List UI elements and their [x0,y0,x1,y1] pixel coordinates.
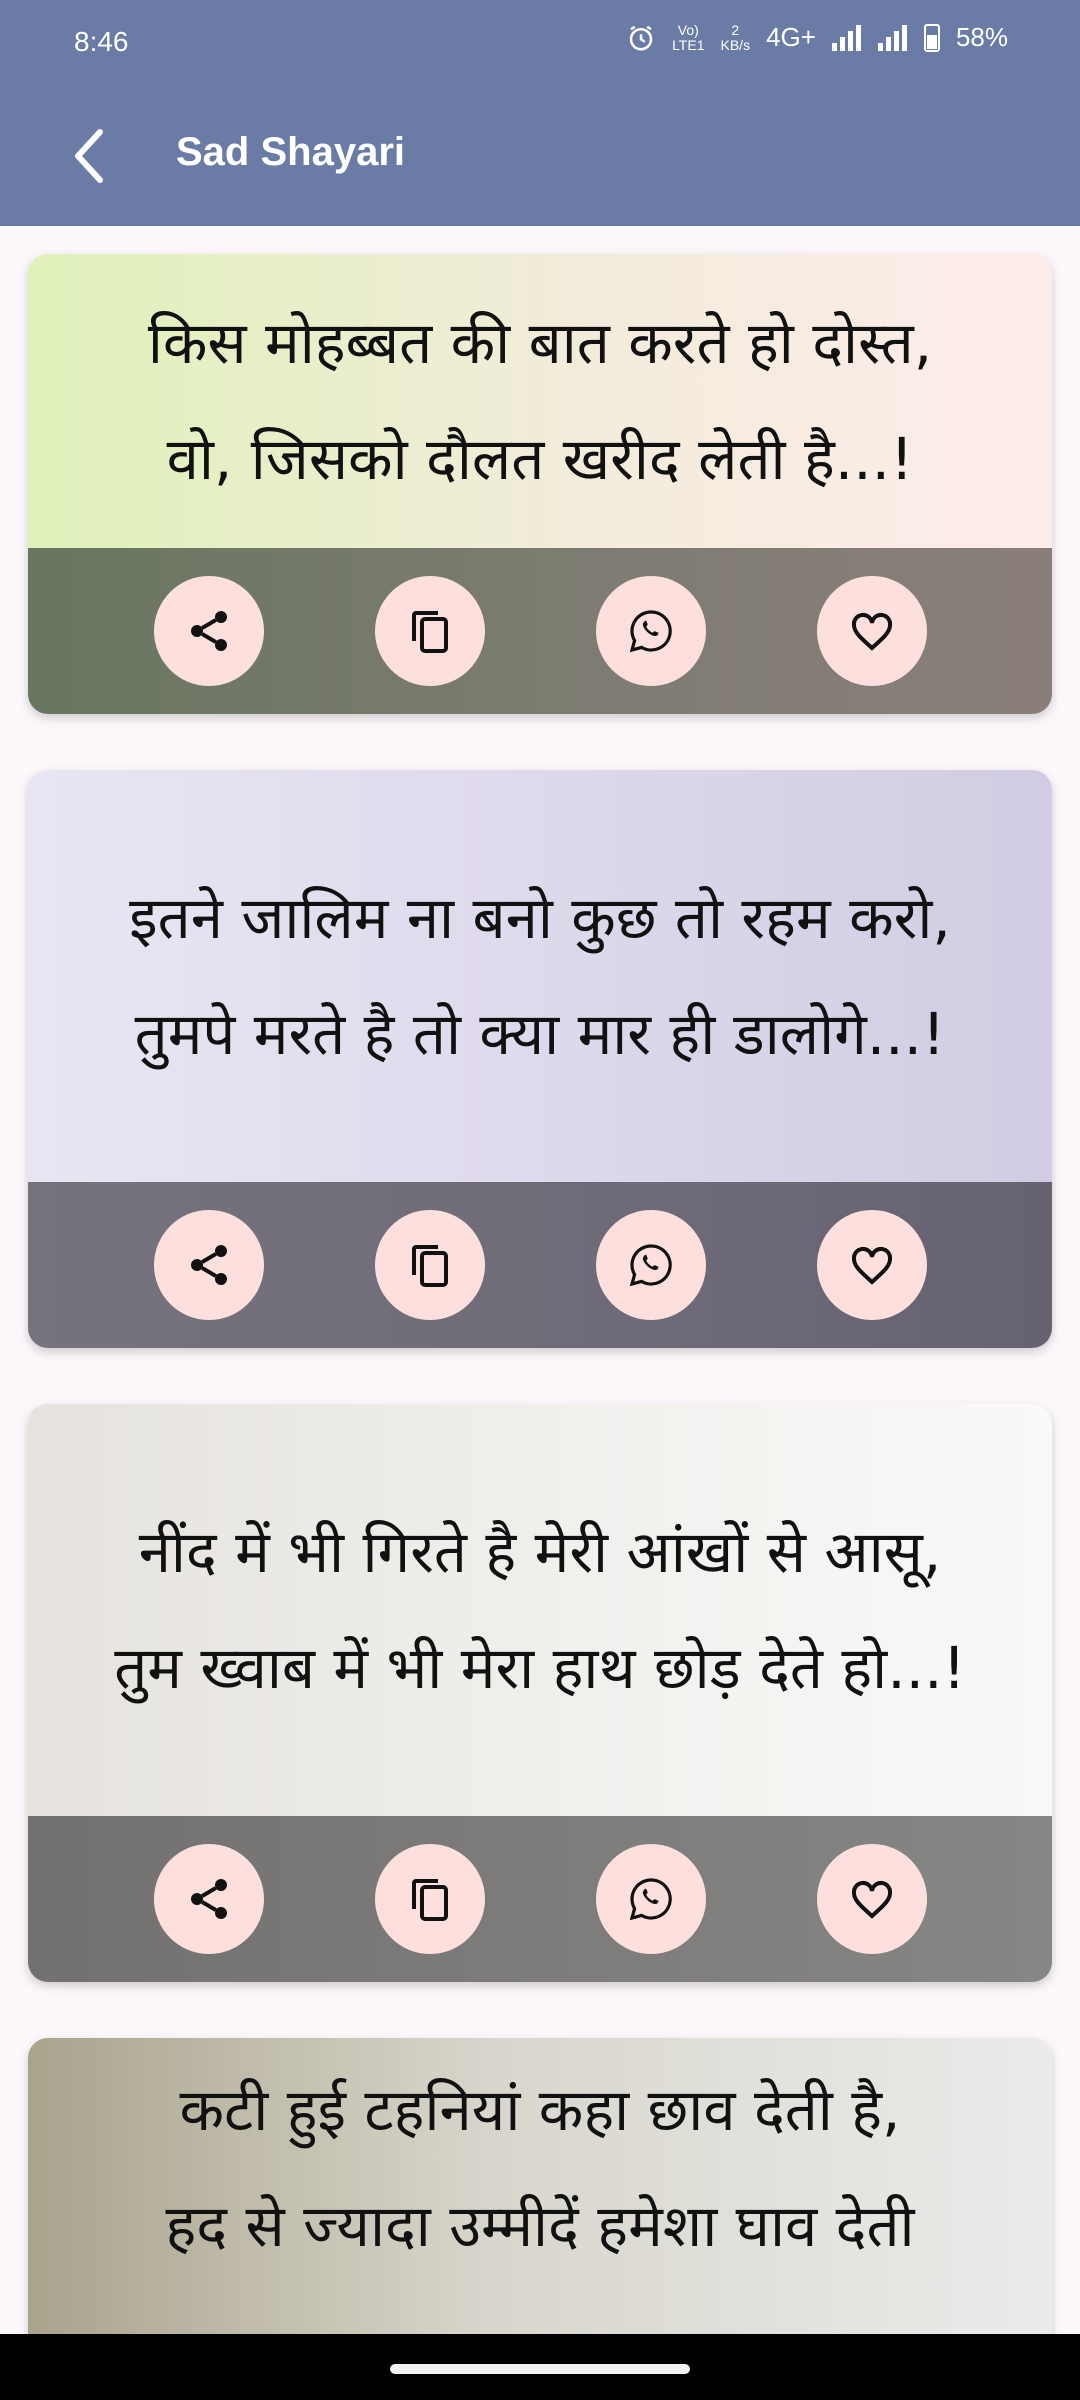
heart-icon [851,1881,892,1919]
shayari-text-content: कटी हुई टहनियां कहा छाव देती है, हद से ज… [165,2076,915,2260]
whatsapp-icon [629,610,672,653]
card-actions [28,548,1052,714]
copy-icon [411,1245,448,1287]
shayari-list: किस मोहब्बत की बात करते हो दोस्त, वो, जि… [28,254,1052,2400]
shayari-card: कटी हुई टहनियां कहा छाव देती है, हद से ज… [28,2038,1052,2368]
status-icons: Vo) LTE1 2 KB/s 4G+ 58% [626,22,1008,53]
copy-icon [411,1879,448,1921]
shayari-card: नींद में भी गिरते है मेरी आंखों से आसू, … [28,1404,1052,1982]
whatsapp-button[interactable] [595,576,706,686]
card-actions [28,1816,1052,1982]
share-icon [190,1879,227,1919]
share-icon [190,1245,227,1285]
copy-icon [411,611,448,653]
network-type: 4G+ [766,22,816,52]
navigation-bar [0,2334,1080,2400]
copy-button[interactable] [374,1844,485,1954]
home-gesture-handle[interactable] [390,2364,690,2374]
whatsapp-button[interactable] [595,1210,706,1320]
whatsapp-icon [629,1244,672,1287]
whatsapp-icon [629,1878,672,1921]
battery-percent: 58% [955,22,1008,52]
copy-button[interactable] [374,576,485,686]
top-bar: 8:46 Vo) LTE1 2 KB/s 4G+ 58% Sad Shayari [0,0,1080,226]
signal-icon [831,24,862,51]
chevron-left-icon [75,129,103,183]
volte-indicator: Vo) LTE1 [672,21,705,53]
heart-icon [851,1247,892,1285]
copy-button[interactable] [374,1210,485,1320]
app-bar: Sad Shayari [0,100,1080,220]
status-bar: 8:46 Vo) LTE1 2 KB/s 4G+ 58% [0,0,1080,88]
card-actions [28,1182,1052,1348]
whatsapp-button[interactable] [595,1844,706,1954]
battery-icon [923,23,940,52]
share-button[interactable] [153,1210,264,1320]
shayari-text: कटी हुई टहनियां कहा छाव देती है, हद से ज… [28,2038,1052,2368]
heart-icon [851,613,892,651]
status-time: 8:46 [74,26,129,57]
shayari-text: नींद में भी गिरते है मेरी आंखों से आसू, … [28,1404,1052,1816]
signal-icon [877,24,908,51]
share-icon [190,611,227,651]
shayari-text-content: इतने जालिम ना बनो कुछ तो रहम करो, तुमपे … [129,884,951,1068]
favorite-button[interactable] [816,576,927,686]
favorite-button[interactable] [816,1210,927,1320]
shayari-card: इतने जालिम ना बनो कुछ तो रहम करो, तुमपे … [28,770,1052,1348]
share-button[interactable] [153,576,264,686]
favorite-button[interactable] [816,1844,927,1954]
shayari-text: किस मोहब्बत की बात करते हो दोस्त, वो, जि… [28,254,1052,548]
alarm-icon [629,25,653,50]
share-button[interactable] [153,1844,264,1954]
shayari-card: किस मोहब्बत की बात करते हो दोस्त, वो, जि… [28,254,1052,714]
back-button[interactable] [62,126,118,186]
shayari-text: इतने जालिम ना बनो कुछ तो रहम करो, तुमपे … [28,770,1052,1182]
page-title: Sad Shayari [176,130,406,174]
shayari-text-content: नींद में भी गिरते है मेरी आंखों से आसू, … [114,1518,966,1702]
shayari-text-content: किस मोहब्बत की बात करते हो दोस्त, वो, जि… [147,309,933,493]
network-speed: 2 KB/s [720,21,751,53]
